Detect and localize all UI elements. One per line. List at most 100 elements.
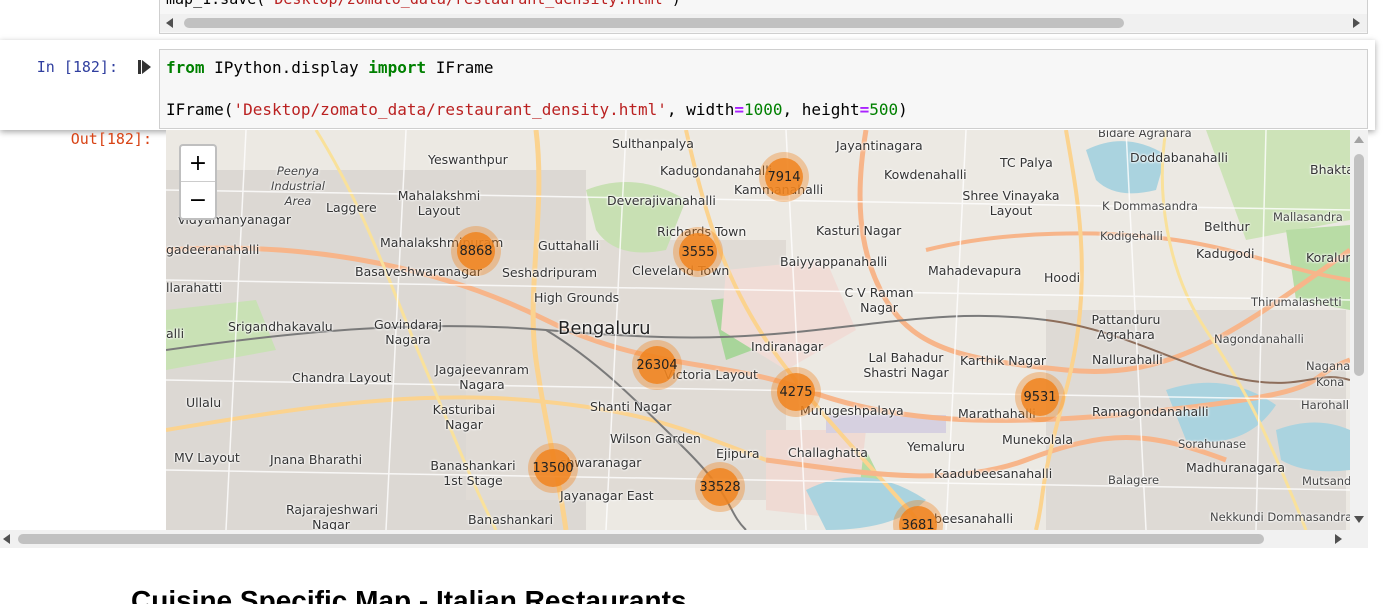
cluster-count: 33528: [699, 468, 741, 506]
map-label: Guttahalli: [538, 238, 600, 253]
map-label: Mahadevapura: [928, 263, 1022, 278]
marker-cluster[interactable]: 33528: [695, 462, 745, 512]
cluster-count: 8868: [457, 232, 495, 270]
scrollbar-thumb[interactable]: [18, 534, 1264, 544]
map-label: C V Raman Nagar: [844, 285, 914, 315]
map-label: Wilson Garden: [610, 431, 701, 446]
map-label: Rajarajeshwari Nagar: [286, 502, 379, 530]
code-editor[interactable]: from IPython.display import IFrame IFram…: [159, 49, 1368, 129]
map-label: Munekolala: [1002, 432, 1074, 447]
map-label: Sulthanpalya: [612, 136, 694, 151]
map-label: Jnana Bharathi: [270, 452, 363, 467]
map-label: Pattanduru Agrahara: [1091, 312, 1161, 342]
map-label: Kaadubeesanahalli: [934, 466, 1053, 481]
map-label: High Grounds: [534, 290, 620, 305]
map-iframe[interactable]: Bidare Agrahara Sulthanpalya Jayantinaga…: [166, 130, 1350, 530]
map-label: gadeeranahalli: [166, 242, 260, 257]
map-label: Govindaraj Nagara: [374, 317, 442, 347]
map-label: Kasturi Nagar: [816, 223, 902, 238]
map-label: Mallasandra: [1273, 210, 1343, 224]
map-label: Jayanagar East: [560, 488, 654, 503]
map-label: Jayantinagara: [836, 138, 923, 153]
marker-cluster[interactable]: 3555: [673, 227, 723, 277]
run-cell-icon[interactable]: [138, 58, 152, 76]
map-label: Mutsandra: [1302, 474, 1350, 488]
map-label: Thirumalashetti: [1251, 295, 1342, 309]
map-label: Kadugondanahalli: [660, 163, 773, 178]
map-label: Nagondanahalli: [1214, 332, 1304, 346]
zoom-in-button[interactable]: +: [181, 146, 215, 182]
marker-cluster[interactable]: 8868: [451, 226, 501, 276]
map-label: Kasturibai Nagar: [432, 402, 496, 432]
zoom-out-button[interactable]: −: [181, 182, 215, 218]
map-label: Shree Vinayaka Layout: [962, 188, 1060, 218]
map-label: alli: [166, 326, 185, 341]
map-label: Jagajeevanram Nagara: [435, 362, 529, 392]
cluster-count: 26304: [636, 346, 678, 384]
code-line-2: IFrame('Desktop/zomato_data/restaurant_d…: [166, 100, 908, 119]
markdown-heading: Cuisine Specific Map - Italian Restauran…: [131, 585, 687, 604]
previous-code-line: map_1.save('Desktop/zomato_data/restaura…: [166, 0, 681, 8]
code-line-1: from IPython.display import IFrame: [166, 58, 494, 77]
previous-cell-horizontal-scrollbar[interactable]: [160, 14, 1367, 32]
map-label: Lal Bahadur Shastri Nagar: [863, 350, 949, 380]
scroll-left-arrow-icon[interactable]: [166, 18, 173, 28]
marker-cluster[interactable]: 13500: [528, 443, 578, 493]
marker-cluster[interactable]: 7914: [759, 152, 809, 202]
map-label: Baiyyappanahalli: [780, 254, 888, 269]
map-label: Kowdenahalli: [884, 167, 967, 182]
map-label: Challaghatta: [788, 445, 868, 460]
previous-code-cell[interactable]: map_1.save('Desktop/zomato_data/restaura…: [159, 0, 1368, 34]
cluster-count: 9531: [1021, 378, 1059, 416]
scrollbar-thumb[interactable]: [1354, 154, 1364, 376]
cluster-count: 7914: [765, 158, 803, 196]
map-label: Belthur: [1204, 219, 1250, 234]
marker-cluster[interactable]: 26304: [632, 340, 682, 390]
map-label: Mahalakshmi Layout: [397, 188, 481, 218]
map-label: Hoodi: [1044, 270, 1081, 285]
iframe-vertical-scrollbar[interactable]: [1350, 130, 1368, 530]
map-label: Yeswanthpur: [428, 152, 508, 167]
input-prompt: In [182]:: [36, 58, 118, 76]
map-label: Peenya Industrial Area: [271, 164, 325, 208]
map-label: Chandra Layout: [292, 370, 392, 385]
map-label: Banashankari: [468, 512, 554, 527]
map-label: Deverajivanahalli: [607, 193, 716, 208]
cluster-count: 3555: [679, 233, 717, 271]
cluster-count: 4275: [777, 373, 815, 411]
map-label: Koralur: [1306, 250, 1350, 265]
map-label: Banashankari 1st Stage: [430, 458, 516, 488]
map-label: Laggere: [326, 200, 377, 215]
map-label: beesanahalli: [934, 511, 1014, 526]
output-area: Bidare Agrahara Sulthanpalya Jayantinaga…: [0, 130, 1368, 548]
map-label: Nallurahalli: [1092, 352, 1163, 367]
map-label: Karthik Nagar: [960, 353, 1047, 368]
output-horizontal-scrollbar[interactable]: [0, 530, 1368, 548]
scroll-right-arrow-icon[interactable]: [1353, 18, 1360, 28]
marker-cluster[interactable]: 9531: [1015, 372, 1065, 422]
scroll-left-arrow-icon[interactable]: [3, 534, 10, 544]
scroll-down-arrow-icon[interactable]: [1354, 516, 1364, 523]
map-label: Nekkundi Dommasandra: [1210, 510, 1350, 524]
map-label: Ejipura: [716, 446, 760, 461]
map-label: Srigandhakavalu: [228, 319, 333, 334]
zoom-control: + −: [179, 144, 217, 220]
map-label: Indiranagar: [751, 339, 824, 354]
cluster-count: 13500: [532, 449, 574, 487]
map-label: Yemaluru: [907, 439, 965, 454]
map-label: Seshadripuram: [502, 265, 598, 280]
map-label: Ullalu: [186, 395, 222, 410]
map-label: TC Palya: [1000, 155, 1053, 170]
map-label: Harohalli: [1301, 398, 1350, 412]
map-label: Bhakta: [1310, 162, 1350, 177]
scrollbar-thumb[interactable]: [184, 18, 1124, 28]
map-label: MV Layout: [174, 450, 240, 465]
map-label: Balagere: [1108, 473, 1160, 487]
map-label: K Dommasandra: [1102, 199, 1198, 213]
marker-cluster[interactable]: 4275: [771, 367, 821, 417]
map-label: Bidare Agrahara: [1098, 130, 1192, 140]
map-label: Nagana: [1306, 359, 1350, 373]
scroll-right-arrow-icon[interactable]: [1335, 534, 1342, 544]
scroll-up-arrow-icon[interactable]: [1354, 136, 1364, 143]
map-label: Doddabanahalli: [1130, 150, 1228, 165]
